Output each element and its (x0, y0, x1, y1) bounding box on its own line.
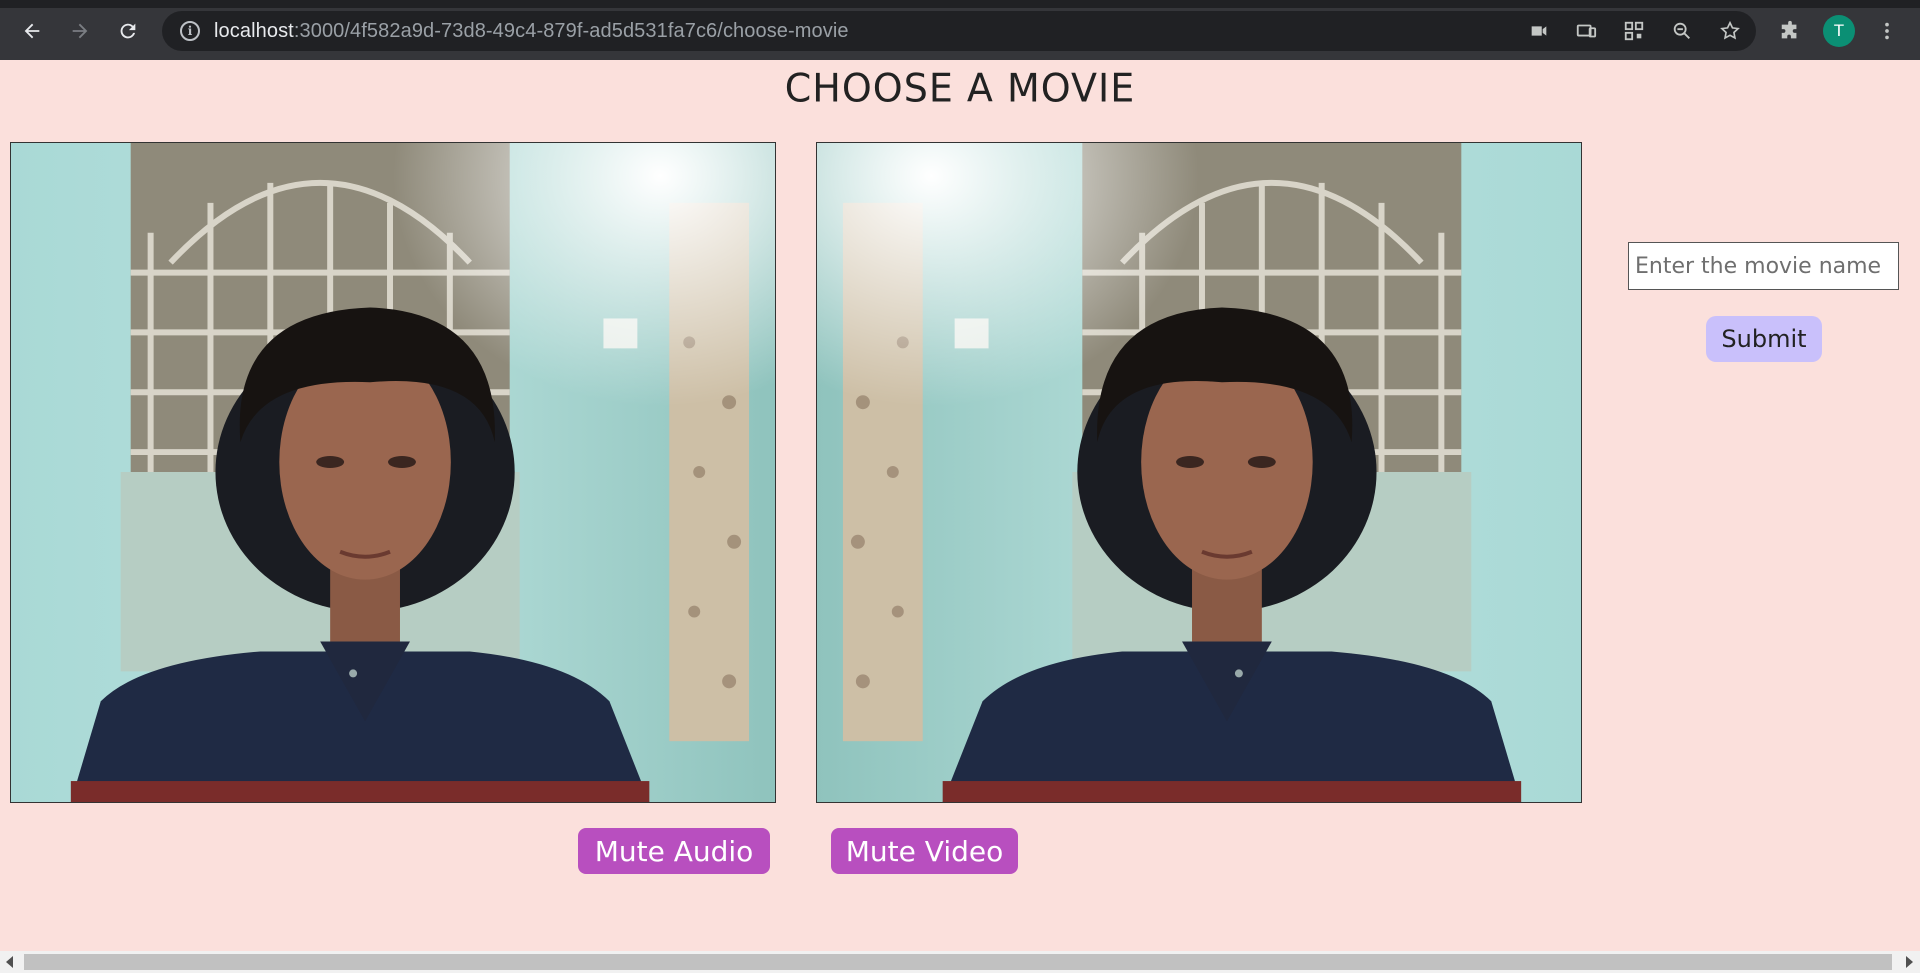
extensions-icon[interactable] (1777, 18, 1803, 44)
mute-video-button[interactable]: Mute Video (831, 828, 1018, 874)
camera-icon[interactable] (1526, 18, 1552, 44)
bookmark-star-icon[interactable] (1717, 18, 1743, 44)
remote-video (816, 142, 1582, 803)
reload-button[interactable] (110, 14, 146, 48)
tab-strip (0, 0, 1920, 8)
forward-button[interactable] (62, 14, 98, 48)
profile-avatar[interactable]: T (1823, 15, 1855, 47)
submit-button[interactable]: Submit (1706, 316, 1822, 362)
webcam-feed-image (11, 143, 775, 802)
info-icon[interactable]: i (180, 21, 200, 41)
cast-icon[interactable] (1573, 18, 1599, 44)
webcam-feed-image (817, 143, 1581, 802)
address-bar[interactable]: i localhost:3000/4f582a9d-73d8-49c4-879f… (162, 11, 1756, 51)
menu-icon[interactable] (1874, 18, 1900, 44)
forward-icon (72, 23, 88, 39)
reload-icon (120, 23, 136, 39)
back-icon (24, 23, 40, 39)
browser-toolbar: i localhost:3000/4f582a9d-73d8-49c4-879f… (0, 0, 1920, 60)
url-text: localhost:3000/4f582a9d-73d8-49c4-879f-a… (214, 19, 849, 42)
page-title: CHOOSE A MOVIE (784, 65, 1136, 111)
qr-code-icon[interactable] (1621, 18, 1647, 44)
scroll-right-icon[interactable] (1906, 956, 1913, 968)
movie-name-input[interactable] (1628, 242, 1899, 290)
mute-audio-button[interactable]: Mute Audio (578, 828, 770, 874)
zoom-icon[interactable] (1669, 18, 1695, 44)
back-button[interactable] (14, 14, 50, 48)
horizontal-scrollbar[interactable] (0, 951, 1920, 973)
scroll-left-icon[interactable] (6, 956, 13, 968)
scrollbar-thumb[interactable] (24, 954, 1892, 970)
local-video (10, 142, 776, 803)
